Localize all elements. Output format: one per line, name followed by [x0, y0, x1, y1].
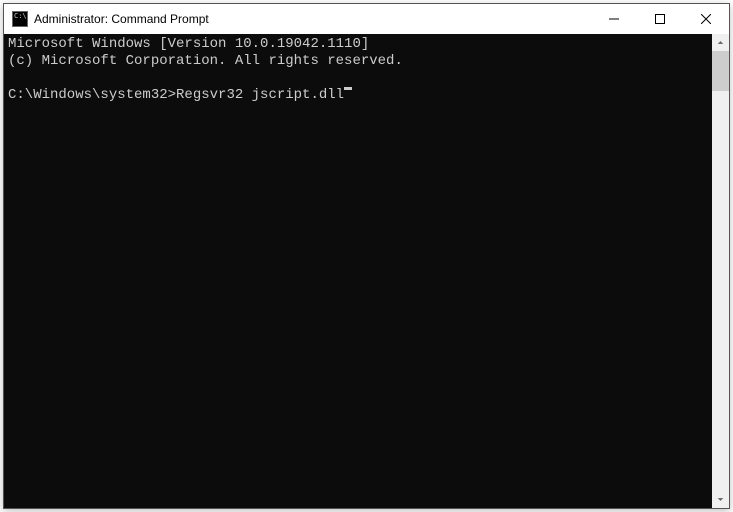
maximize-button[interactable] — [637, 4, 683, 34]
scroll-track[interactable] — [712, 51, 729, 491]
chevron-down-icon — [717, 496, 724, 503]
close-icon — [701, 14, 711, 24]
close-button[interactable] — [683, 4, 729, 34]
prompt: C:\Windows\system32> — [8, 87, 176, 104]
app-icon — [12, 11, 28, 27]
minimize-button[interactable] — [591, 4, 637, 34]
command-input: Regsvr32 jscript.dll — [176, 87, 344, 104]
window-title: Administrator: Command Prompt — [34, 12, 591, 26]
scroll-thumb[interactable] — [712, 51, 729, 91]
terminal-area: Microsoft Windows [Version 10.0.19042.11… — [4, 34, 729, 508]
scroll-down-button[interactable] — [712, 491, 729, 508]
chevron-up-icon — [717, 39, 724, 46]
scrollbar[interactable] — [712, 34, 729, 508]
titlebar[interactable]: Administrator: Command Prompt — [4, 4, 729, 34]
command-prompt-window: Administrator: Command Prompt Microsoft … — [3, 3, 730, 509]
maximize-icon — [655, 14, 665, 24]
output-line: (c) Microsoft Corporation. All rights re… — [8, 53, 403, 69]
cursor — [344, 87, 352, 90]
window-controls — [591, 4, 729, 34]
minimize-icon — [609, 14, 619, 24]
terminal[interactable]: Microsoft Windows [Version 10.0.19042.11… — [4, 34, 712, 508]
scroll-up-button[interactable] — [712, 34, 729, 51]
output-line: Microsoft Windows [Version 10.0.19042.11… — [8, 36, 369, 52]
